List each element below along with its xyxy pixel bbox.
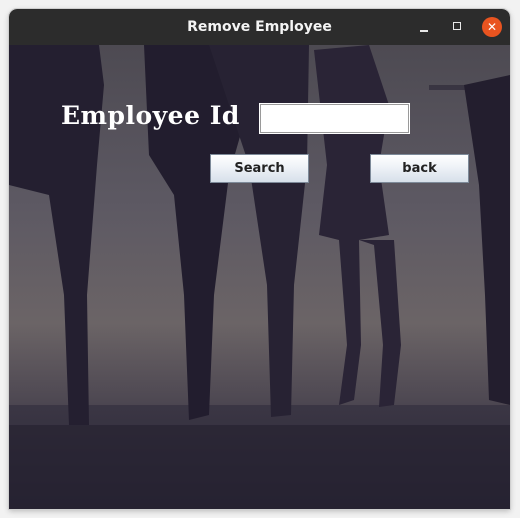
title-bar[interactable]: Remove Employee ✕	[9, 9, 510, 45]
minimize-icon[interactable]	[414, 17, 434, 37]
silhouette-legs-right	[359, 240, 401, 407]
search-button[interactable]: Search	[210, 154, 309, 183]
minimize-glyph	[420, 30, 428, 32]
form-panel: Employee Id Search back	[9, 45, 510, 509]
silhouette-person-right	[464, 75, 510, 405]
maximize-glyph	[453, 22, 461, 30]
employee-id-input[interactable]	[259, 103, 410, 134]
silhouette-person-dress	[314, 45, 389, 405]
back-button[interactable]: back	[370, 154, 469, 183]
window-title: Remove Employee	[187, 19, 332, 35]
employee-id-label: Employee Id	[61, 101, 240, 130]
close-icon[interactable]: ✕	[482, 17, 502, 37]
reflection-shadow	[9, 425, 510, 509]
maximize-icon[interactable]	[448, 17, 468, 37]
app-window: Remove Employee ✕ Employee Id Search bac…	[9, 9, 510, 509]
